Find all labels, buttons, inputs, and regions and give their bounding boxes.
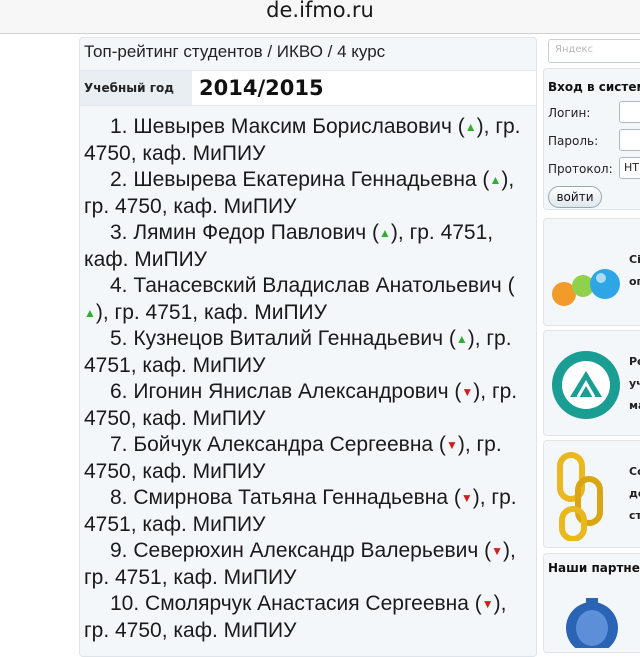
protocol-select[interactable]: HT <box>619 157 640 179</box>
student-ranking-item: 6. Игонин Янислав Александрович (▼), гр.… <box>80 379 536 432</box>
academic-year-value[interactable]: 2014/2015 <box>199 76 324 100</box>
triangle-down-icon: ▼ <box>461 385 474 399</box>
login-label: Логин: <box>548 106 591 120</box>
promo-card-chain[interactable]: Сс де ст <box>543 440 640 548</box>
password-label: Пароль: <box>548 134 599 148</box>
student-name-text: 4. Танасевский Владислав Анатольевич ( <box>110 274 515 297</box>
protocol-label: Протокол: <box>548 162 613 176</box>
triangle-up-icon: ▲ <box>464 120 477 134</box>
promo-card-spheres[interactable]: Сі ог <box>543 218 640 326</box>
student-name-text: 9. Северюхин Александр Валерьевич ( <box>110 539 492 562</box>
url-text: de.ifmo.ru <box>266 0 374 22</box>
promo-card-umo-line2: уч <box>629 377 640 390</box>
student-name-text: 8. Смирнова Татьяна Геннадьевна ( <box>110 486 461 509</box>
colored-spheres-icon <box>552 269 620 306</box>
student-ranking-item: 5. Кузнецов Виталий Геннадьевич (▲), гр.… <box>80 326 536 379</box>
student-name-text: 2. Шевырева Екатерина Геннадьевна ( <box>110 168 490 191</box>
student-group-text: ), гр. 4751, каф. МиПИУ <box>95 300 327 324</box>
triangle-down-icon: ▼ <box>491 544 504 558</box>
student-name-text: 1. Шевырев Максим Бориславович ( <box>110 115 465 138</box>
student-ranking-list: 1. Шевырев Максим Бориславович (▲), гр. … <box>80 114 536 644</box>
partners-box: Наши партне <box>543 553 640 653</box>
coat-of-arms-icon[interactable] <box>562 588 622 648</box>
triangle-up-icon: ▲ <box>489 173 502 187</box>
academic-year-label: Учебный год <box>80 71 192 105</box>
triangle-up-icon: ▲ <box>84 305 96 320</box>
promo-card-chain-line1: Сс <box>629 465 640 478</box>
login-title: Вход в систем <box>548 80 640 94</box>
student-ranking-item: 4. Танасевский Владислав Анатольевич ( ▲)… <box>80 273 536 326</box>
umo-emblem-icon <box>552 351 620 419</box>
yandex-search-input[interactable]: Яндекс <box>548 39 640 63</box>
student-ranking-item: 3. Лямин Федор Павлович (▲), гр. 4751, к… <box>80 220 536 273</box>
student-ranking-item: 9. Северюхин Александр Валерьевич (▼), г… <box>80 538 536 591</box>
triangle-down-icon: ▼ <box>481 597 494 611</box>
student-name-text: 6. Игонин Янислав Александрович ( <box>110 380 462 403</box>
triangle-down-icon: ▼ <box>460 491 473 505</box>
password-field[interactable] <box>619 129 640 151</box>
partners-title: Наши партне <box>548 561 640 575</box>
student-ranking-item: 1. Шевырев Максим Бориславович (▲), гр. … <box>80 114 536 167</box>
promo-card-chain-line3: ст <box>629 509 640 522</box>
student-ranking-item: 2. Шевырева Екатерина Геннадьевна (▲), г… <box>80 167 536 220</box>
promo-card-umo[interactable]: Ре уч ма <box>543 330 640 436</box>
student-ranking-item: 8. Смирнова Татьяна Геннадьевна (▼), гр.… <box>80 485 536 538</box>
promo-card-spheres-line2: ог <box>629 275 640 288</box>
triangle-down-icon: ▼ <box>445 438 458 452</box>
triangle-up-icon: ▲ <box>379 226 391 240</box>
ranking-panel: Топ-рейтинг студентов / ИКВО / 4 курс Уч… <box>79 37 537 657</box>
browser-url-bar[interactable]: de.ifmo.ru <box>0 0 640 34</box>
student-name-text: 5. Кузнецов Виталий Геннадьевич ( <box>110 327 456 350</box>
student-ranking-item: 10. Смолярчук Анастасия Сергеевна (▼), г… <box>80 591 536 644</box>
student-name-text: 7. Бойчук Александра Сергеевна ( <box>110 433 446 456</box>
academic-year-row: Учебный год 2014/2015 <box>80 70 536 106</box>
promo-card-umo-line3: ма <box>629 399 640 412</box>
login-button[interactable]: войти <box>548 186 602 208</box>
triangle-up-icon: ▲ <box>455 332 468 346</box>
login-field[interactable] <box>619 101 640 123</box>
student-name-text: 3. Лямин Федор Павлович ( <box>110 221 380 244</box>
chain-link-icon <box>557 452 603 541</box>
breadcrumb: Топ-рейтинг студентов / ИКВО / 4 курс <box>84 42 386 61</box>
login-box: Вход в систем Логин: Пароль: Протокол: H… <box>543 68 640 210</box>
promo-card-umo-line1: Ре <box>629 355 640 368</box>
student-ranking-item: 7. Бойчук Александра Сергеевна (▼), гр. … <box>80 432 536 485</box>
promo-card-chain-line2: де <box>629 487 640 500</box>
promo-card-spheres-line1: Сі <box>629 253 640 266</box>
student-name-text: 10. Смолярчук Анастасия Сергеевна ( <box>110 592 482 615</box>
